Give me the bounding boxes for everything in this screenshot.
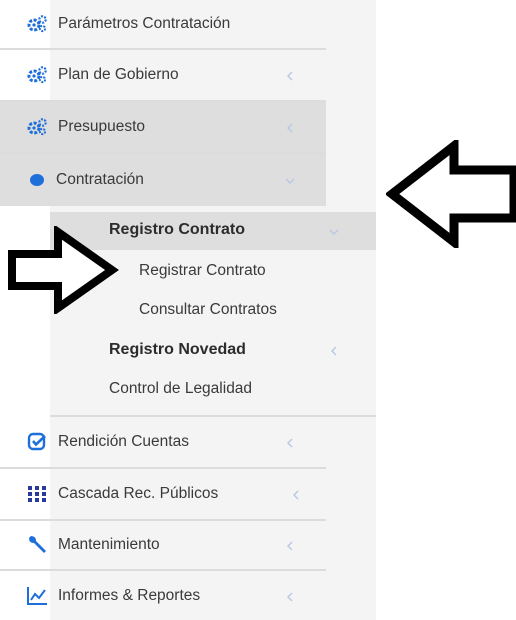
gears-icon xyxy=(26,13,48,35)
arrow-left-icon xyxy=(386,140,516,248)
menu-item-informes-reportes[interactable]: Informes & Reportes xyxy=(0,571,326,620)
menu-item-label: Contratación xyxy=(56,171,144,188)
menu-item-contratacion[interactable]: Contratación xyxy=(0,154,326,206)
submenu-consultar-contratos[interactable]: Consultar Contratos xyxy=(139,301,277,319)
menu-item-presupuesto[interactable]: Presupuesto xyxy=(0,102,326,154)
menu-item-label: Informes & Reportes xyxy=(58,586,201,604)
menu-item-label: Cascada Rec. Públicos xyxy=(58,485,219,502)
wrench-icon xyxy=(26,534,48,556)
chevron-left-icon xyxy=(284,590,296,602)
submenu-control-legalidad[interactable]: Control de Legalidad xyxy=(109,380,252,398)
menu-item-label: Rendición Cuentas xyxy=(58,433,189,450)
page: Parámetros Contratación Plan de Gobierno xyxy=(0,0,516,620)
chevron-down-icon xyxy=(284,174,296,186)
menu-item-plan-de-gobierno[interactable]: Plan de Gobierno xyxy=(0,50,326,102)
menu-item-mantenimiento[interactable]: Mantenimiento xyxy=(0,521,326,571)
chevron-left-icon xyxy=(284,69,296,81)
submenu-registro-contrato[interactable]: Registro Contrato xyxy=(109,221,245,239)
gears-icon xyxy=(26,116,48,138)
menu-item-label: Mantenimiento xyxy=(58,536,160,553)
chevron-left-icon xyxy=(328,344,340,356)
circle-icon xyxy=(26,169,48,191)
menu-item-rendicion-cuentas[interactable]: Rendición Cuentas xyxy=(0,417,326,469)
chevron-left-icon xyxy=(284,539,296,551)
submenu-registrar-contrato[interactable]: Registrar Contrato xyxy=(139,262,266,280)
chevron-left-icon xyxy=(284,121,296,133)
chevron-left-icon xyxy=(284,436,296,448)
submenu-registro-novedad[interactable]: Registro Novedad xyxy=(109,341,246,359)
menu-item-parametros-contratacion[interactable]: Parámetros Contratación xyxy=(0,0,326,50)
chevron-down-icon xyxy=(328,225,340,237)
checkbox-icon xyxy=(26,431,48,453)
gears-icon xyxy=(26,64,48,86)
menu-item-label: Plan de Gobierno xyxy=(58,66,179,83)
chevron-left-icon xyxy=(290,488,302,500)
menu-item-cascada-rec-publicos[interactable]: Cascada Rec. Públicos xyxy=(0,469,326,521)
menu-item-label: Parámetros Contratación xyxy=(58,15,231,32)
menu-item-label: Presupuesto xyxy=(58,118,146,135)
chart-icon xyxy=(26,585,48,607)
grid-icon xyxy=(26,483,48,505)
arrow-right-icon xyxy=(8,226,119,314)
